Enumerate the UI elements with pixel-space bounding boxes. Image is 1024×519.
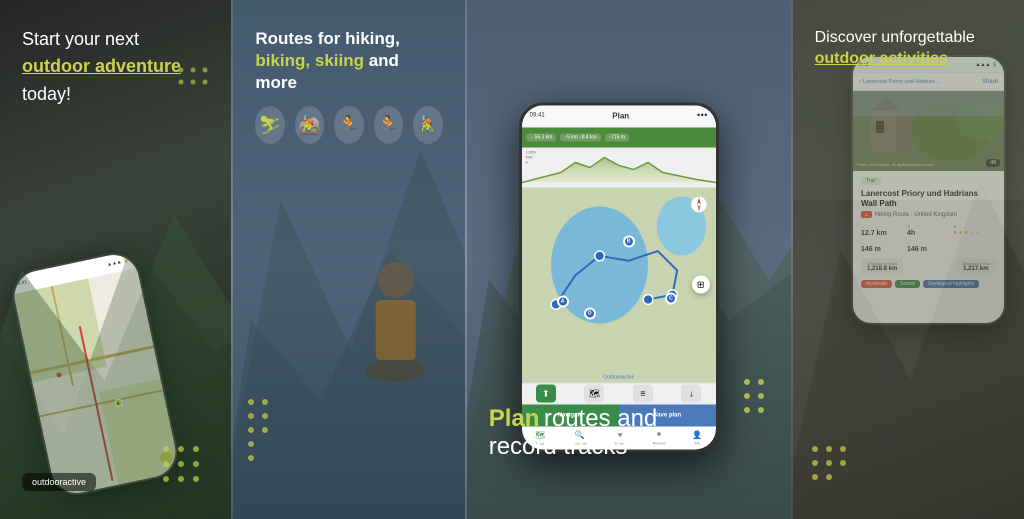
dot-decoration-p4 (805, 439, 860, 499)
panel2-headline1: Routes for hiking, (255, 28, 442, 50)
discover-before: Discover unforgettable (815, 29, 975, 46)
marker-a: A (557, 296, 569, 308)
toolbar-navigate-btn[interactable]: ⬆ (536, 385, 556, 403)
elevation-chart: 1,0005000 (522, 147, 716, 187)
panel1-headline-before: Start your next (22, 28, 209, 51)
activity-icons-row: ⛷ 🚵 🏃 🏃 🚴 (255, 106, 442, 144)
panel3-bottom-text: Plan routes andrecord tracks (489, 405, 658, 491)
toolbar-settings-btn[interactable]: ≡ (633, 385, 653, 403)
toolbar-download-btn[interactable]: ↓ (681, 385, 701, 403)
plan-status-icons: ●●● (697, 113, 708, 119)
dot-decoration-top (171, 60, 221, 115)
hike-icon: 🏃 (334, 106, 363, 144)
plan-stats-bar: ←55.3 km ↑5 km ↓8.4 km ↑715 m (522, 127, 716, 147)
discover-highlight: outdoor activities (815, 50, 948, 67)
panel-outdoor-adventure: Start your next outdoor adventure today!… (0, 0, 231, 519)
record-tab-icon: ⏺ (657, 430, 661, 440)
profile-tab-icon: 👤 (692, 430, 702, 439)
cycle-icon: 🚴 (413, 106, 442, 144)
panel3-content: 09:41 Plan ●●● ←55.3 km ↑5 km ↓8.4 km ↑7… (467, 0, 791, 519)
plan-map-area: A B C D ⊞ (522, 187, 716, 382)
panel1-headline-highlight: outdoor adventure (22, 56, 181, 76)
panel2-headline2: biking, skiing and more (255, 50, 442, 94)
phone-mockup-p3: 09:41 Plan ●●● ←55.3 km ↑5 km ↓8.4 km ↑7… (519, 102, 719, 452)
oa-watermark: Outdooractive (603, 374, 634, 380)
marker-d: D (584, 308, 596, 320)
stat-height: ↑715 m (605, 133, 629, 141)
stat-elevation: ↑5 km ↓8.4 km (560, 133, 600, 141)
panel4-headline: Discover unforgettable outdoor activitie… (815, 28, 1002, 70)
compass (690, 195, 708, 213)
plan-word: Plan (489, 405, 540, 432)
bike-icon: 🚵 (295, 106, 324, 144)
plan-header: 09:41 Plan ●●● (522, 105, 716, 127)
tab-profile[interactable]: 👤 Me (692, 430, 702, 445)
stat-distance: ←55.3 km (526, 133, 557, 141)
plan-time: 09:41 (530, 113, 545, 119)
dot-decoration-p2 (243, 394, 283, 479)
elev-label: 1,0005000 (526, 149, 536, 164)
panel2-highlight: biking, skiing (255, 51, 364, 70)
marker-b: B (623, 236, 635, 248)
route-path (522, 187, 716, 382)
toolbar-layers-btn[interactable]: 🗺 (584, 385, 604, 403)
panel-routes: Routes for hiking, biking, skiing and mo… (231, 0, 464, 519)
plan-title-label: Plan (612, 111, 629, 120)
panel-plan: 09:41 Plan ●●● ←55.3 km ↑5 km ↓8.4 km ↑7… (465, 0, 791, 519)
dot-decoration-1 (156, 439, 216, 504)
ski-icon: ⛷ (255, 106, 284, 144)
layers-button[interactable]: ⊞ (692, 276, 710, 294)
outdooractive-label: outdooractive (22, 473, 96, 491)
panel-discover: Discover unforgettable outdoor activitie… (791, 0, 1024, 519)
run-icon: 🏃 (374, 106, 403, 144)
plan-screen: 09:41 Plan ●●● ←55.3 km ↑5 km ↓8.4 km ↑7… (522, 105, 716, 449)
tab-profile-label: Me (695, 440, 701, 445)
plan-toolbar: ⬆ 🗺 ≡ ↓ (522, 382, 716, 404)
dot-decoration-p3 (739, 374, 779, 439)
